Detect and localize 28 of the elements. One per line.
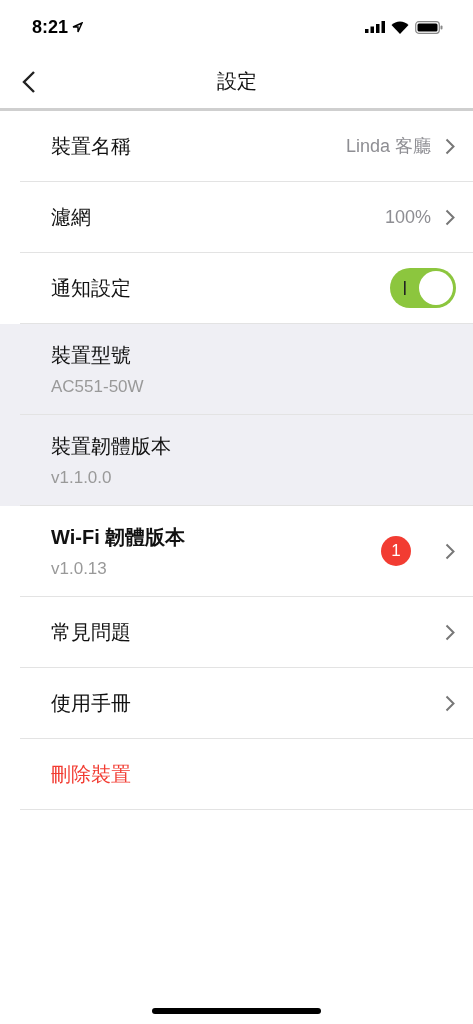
toggle-switch[interactable] bbox=[390, 268, 456, 308]
battery-icon bbox=[415, 20, 443, 34]
row-label[interactable]: 裝置名稱 bbox=[51, 132, 346, 160]
row-subtitle: AC551-50W bbox=[51, 376, 145, 397]
on-indicator-icon bbox=[404, 281, 406, 295]
row-label[interactable]: 刪除裝置 bbox=[51, 760, 455, 788]
row-subtitle: v1.1.0.0 bbox=[51, 467, 113, 488]
row-label[interactable]: 使用手冊 bbox=[51, 689, 445, 717]
wifi-icon bbox=[391, 20, 409, 34]
notification-badge: 1 bbox=[381, 536, 411, 566]
status-time: 8:21 bbox=[32, 16, 69, 38]
chevron-right-icon bbox=[445, 208, 455, 226]
row-value: 100% bbox=[384, 206, 431, 228]
signal-icon bbox=[365, 21, 385, 33]
row-label[interactable]: 常見問題 bbox=[51, 618, 445, 646]
chevron-right-icon bbox=[445, 694, 455, 712]
row-label[interactable]: 濾網 bbox=[51, 203, 385, 231]
row-label: 裝置韌體版本 bbox=[51, 433, 172, 459]
chevron-right-icon bbox=[445, 542, 455, 560]
chevron-right-icon bbox=[445, 137, 455, 155]
row-label[interactable]: Wi-Fi 韌體版本 bbox=[51, 523, 381, 551]
row-subtitle: v1.0.13 bbox=[51, 558, 108, 579]
location-arrow-icon bbox=[72, 21, 84, 33]
screen-title: 設定 bbox=[216, 68, 257, 94]
row-label[interactable]: 通知設定 bbox=[51, 274, 390, 302]
chevron-right-icon bbox=[445, 623, 455, 641]
row-value: Linda 客廳 bbox=[345, 135, 431, 158]
row-label: 裝置型號 bbox=[51, 342, 132, 368]
